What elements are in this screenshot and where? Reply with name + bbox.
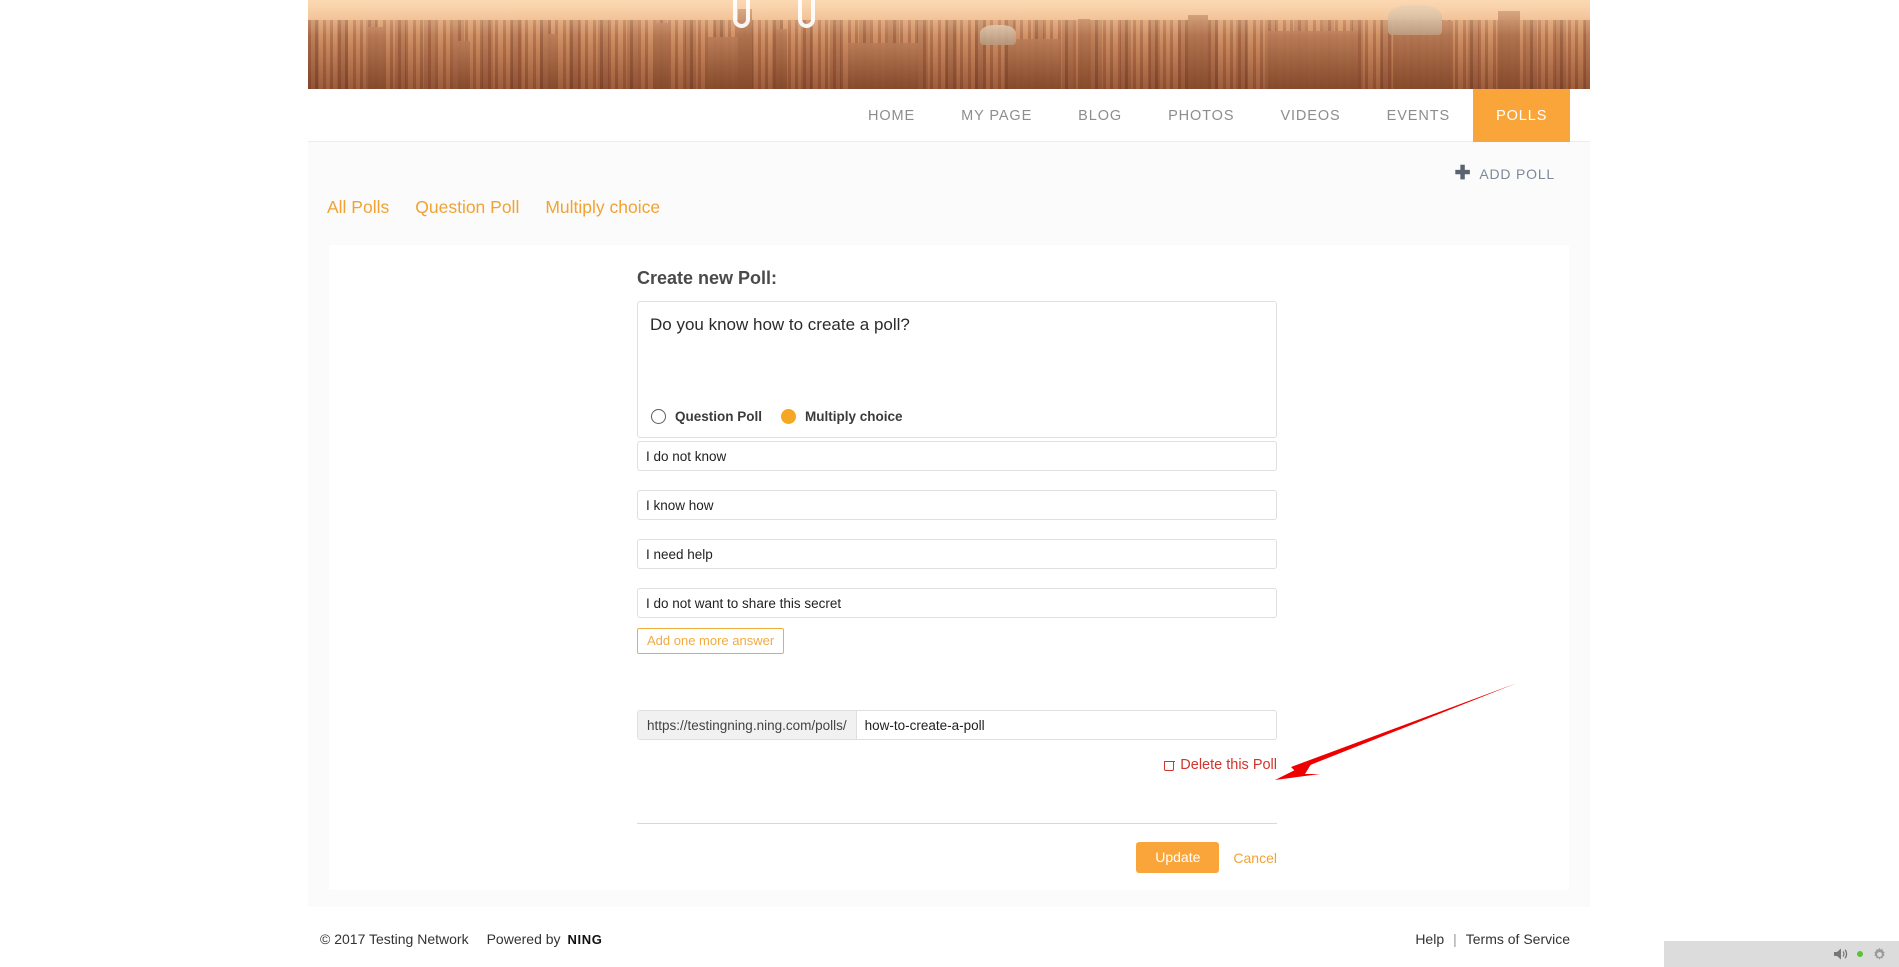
poll-type-radio-group: Question Poll Multiply choice: [651, 409, 914, 424]
footer-right: Help | Terms of Service: [1415, 931, 1570, 947]
delete-poll-link[interactable]: Delete this Poll: [1163, 757, 1277, 773]
answer-input-1[interactable]: I do not know: [637, 441, 1277, 471]
poll-form-header: Create new Poll: Do you know how to crea…: [637, 268, 1277, 438]
poll-filter-tabs: All Polls Question Poll Multiply choice: [327, 197, 660, 218]
delete-poll-label: Delete this Poll: [1180, 757, 1277, 773]
poll-type-multiply-choice-label: Multiply choice: [805, 409, 903, 424]
radio-checked-icon[interactable]: [781, 409, 797, 424]
poll-type-question-poll-label: Question Poll: [675, 409, 763, 424]
add-poll-button[interactable]: ✚ ADD POLL: [1455, 164, 1555, 183]
trash-icon: [1163, 759, 1175, 771]
site-footer: © 2017 Testing Network Powered by NING H…: [308, 907, 1590, 967]
banner-haze-overlay: [308, 0, 1590, 89]
poll-answers-list: I do not know I know how I need help I d…: [637, 441, 1277, 654]
delete-poll-row: Delete this Poll: [637, 757, 1277, 773]
ning-logo: NING: [567, 931, 603, 947]
form-title: Create new Poll:: [637, 268, 778, 288]
poll-question-text[interactable]: Do you know how to create a poll?: [650, 314, 1264, 337]
nav-items: HOME MY PAGE BLOG PHOTOS VIDEOS EVENTS P…: [308, 89, 1571, 142]
os-taskbar-fragment: [1664, 941, 1899, 967]
form-actions: Update Cancel: [637, 842, 1277, 873]
banner-mark-left: [733, 0, 750, 28]
footer-powered-by: Powered by: [486, 931, 561, 947]
page-root: HOME MY PAGE BLOG PHOTOS VIDEOS EVENTS P…: [0, 0, 1899, 967]
nav-item-home[interactable]: HOME: [845, 89, 938, 142]
form-divider: [637, 823, 1277, 824]
footer-separator: |: [1453, 931, 1457, 947]
gear-icon[interactable]: [1872, 947, 1887, 962]
tab-multiply-choice[interactable]: Multiply choice: [545, 197, 660, 218]
plus-icon: ✚: [1454, 163, 1472, 184]
poll-question-box[interactable]: Do you know how to create a poll? Questi…: [637, 301, 1277, 438]
footer-help-link[interactable]: Help: [1415, 931, 1444, 947]
poll-type-question-poll[interactable]: Question Poll: [651, 409, 762, 424]
add-answer-button[interactable]: Add one more answer: [637, 628, 785, 654]
nav-item-polls[interactable]: POLLS: [1473, 89, 1571, 142]
site-banner-image: [308, 0, 1590, 89]
update-button[interactable]: Update: [1136, 842, 1220, 873]
answer-input-4[interactable]: I do not want to share this secret: [637, 588, 1277, 618]
tab-all-polls[interactable]: All Polls: [327, 197, 389, 218]
add-poll-label: ADD POLL: [1479, 165, 1555, 182]
speaker-icon[interactable]: [1833, 947, 1848, 961]
answer-input-3[interactable]: I need help: [637, 539, 1277, 569]
tab-question-poll[interactable]: Question Poll: [415, 197, 519, 218]
poll-type-multiply-choice[interactable]: Multiply choice: [781, 409, 903, 424]
cancel-button[interactable]: Cancel: [1233, 850, 1277, 866]
green-dot-icon: [1857, 951, 1863, 957]
nav-item-my-page[interactable]: MY PAGE: [938, 89, 1055, 142]
nav-item-blog[interactable]: BLOG: [1055, 89, 1145, 142]
footer-copyright: © 2017 Testing Network: [320, 931, 469, 947]
nav-item-photos[interactable]: PHOTOS: [1145, 89, 1257, 142]
main-navigation: HOME MY PAGE BLOG PHOTOS VIDEOS EVENTS P…: [308, 89, 1590, 142]
footer-terms-link[interactable]: Terms of Service: [1466, 931, 1570, 947]
nav-item-videos[interactable]: VIDEOS: [1257, 89, 1363, 142]
banner-mark-right: [798, 0, 815, 28]
nav-item-events[interactable]: EVENTS: [1364, 89, 1473, 142]
answer-input-2[interactable]: I know how: [637, 490, 1277, 520]
poll-url-field[interactable]: https://testingning.ning.com/polls/ how-…: [637, 710, 1277, 740]
polls-page: ✚ ADD POLL All Polls Question Poll Multi…: [308, 142, 1590, 907]
footer-left: © 2017 Testing Network Powered by NING: [320, 931, 602, 947]
poll-url-slug-input[interactable]: how-to-create-a-poll: [857, 711, 1276, 739]
poll-editor-card: Create new Poll: Do you know how to crea…: [329, 245, 1569, 890]
poll-url-prefix: https://testingning.ning.com/polls/: [638, 711, 857, 739]
radio-unchecked-icon[interactable]: [651, 409, 666, 424]
